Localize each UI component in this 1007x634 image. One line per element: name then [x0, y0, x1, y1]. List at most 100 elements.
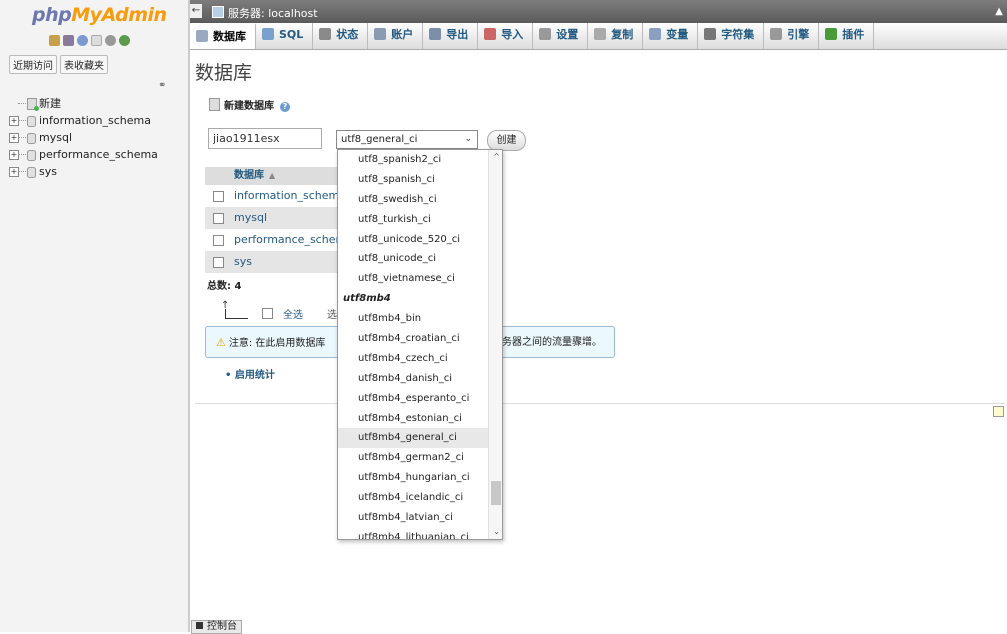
collation-option[interactable]: utf8mb4_estonian_ci — [338, 409, 502, 429]
help-icon[interactable] — [77, 35, 88, 46]
tree-item-label[interactable]: sys — [39, 165, 57, 178]
database-link[interactable]: performance_schema — [234, 233, 340, 246]
collation-option[interactable]: utf8mb4_latvian_ci — [338, 508, 502, 528]
tree-item-label[interactable]: mysql — [39, 131, 72, 144]
database-link[interactable]: sys — [234, 255, 252, 268]
tab-wrench[interactable]: 设置 — [533, 23, 589, 49]
docs-icon[interactable] — [91, 35, 102, 46]
collation-option[interactable]: utf8mb4_bin — [338, 309, 502, 329]
row-checkbox[interactable] — [213, 213, 224, 224]
tree-item-db[interactable]: + sys — [0, 163, 188, 180]
database-icon — [196, 30, 208, 42]
collation-option[interactable]: utf8mb4_icelandic_ci — [338, 488, 502, 508]
tab-engine[interactable]: 引擎 — [764, 23, 820, 49]
status-icon — [319, 28, 332, 40]
tree-item-new[interactable]: 新建 — [0, 95, 188, 112]
expand-icon[interactable]: + — [9, 116, 19, 126]
tab-users[interactable]: 账户 — [368, 23, 424, 49]
database-link[interactable]: mysql — [234, 211, 267, 224]
collation-option[interactable]: utf8_spanish_ci — [338, 170, 502, 190]
tab-label: 插件 — [842, 28, 865, 41]
collation-option[interactable]: utf8_vietnamese_ci — [338, 269, 502, 289]
recent-button[interactable]: 近期访问 — [9, 55, 57, 74]
tree-item-label[interactable]: information_schema — [39, 114, 151, 127]
row-checkbox[interactable] — [213, 235, 224, 246]
collation-option[interactable]: utf8mb4_esperanto_ci — [338, 389, 502, 409]
wrench-icon — [539, 28, 552, 40]
database-table: 数据库 ▲ information_schemamysql performance_… — [205, 167, 340, 273]
collation-option[interactable]: utf8_swedish_ci — [338, 190, 502, 210]
tree-item-db[interactable]: + mysql — [0, 129, 188, 146]
scrollbar-thumb[interactable] — [491, 481, 501, 505]
link-icon[interactable]: ⚭ — [158, 80, 166, 91]
collation-dropdown-list[interactable]: utf8_spanish2_ci utf8_spanish_ci utf8_swed… — [337, 149, 503, 540]
expand-icon[interactable]: + — [9, 133, 19, 143]
new-database-icon — [209, 98, 220, 111]
collation-option[interactable]: utf8mb4_czech_ci — [338, 349, 502, 369]
collation-option[interactable]: utf8_turkish_ci — [338, 210, 502, 230]
help-icon[interactable]: ? — [280, 102, 290, 112]
favorites-button[interactable]: 表收藏夹 — [60, 55, 108, 74]
page-settings-icon[interactable] — [993, 406, 1004, 417]
expand-icon[interactable]: + — [9, 167, 19, 177]
exit-icon[interactable] — [63, 35, 74, 46]
scroll-up-icon[interactable]: ^ — [493, 152, 500, 161]
option-group-label: utf8mb4 — [343, 293, 391, 305]
table-header[interactable]: 数据库 ▲ — [205, 167, 340, 185]
collation-option[interactable]: utf8mb4_general_ci — [338, 428, 502, 449]
home-icon[interactable] — [49, 35, 60, 46]
server-breadcrumb-bar: ← 服务器: localhost ▲ — [190, 0, 1007, 23]
server-icon — [212, 6, 224, 18]
tab-sql[interactable]: SQL — [256, 23, 314, 49]
tab-export[interactable]: 导出 — [423, 23, 479, 49]
collation-select[interactable]: utf8_general_ci ⌄ — [336, 130, 478, 149]
expand-icon[interactable]: + — [9, 150, 19, 160]
page-title: 数据库 — [195, 62, 253, 84]
tree-item-label[interactable]: performance_schema — [39, 148, 158, 161]
collation-option[interactable]: utf8_unicode_ci — [338, 249, 502, 269]
tab-status[interactable]: 状态 — [313, 23, 369, 49]
collation-option[interactable]: utf8mb4_german2_ci — [338, 448, 502, 468]
tab-replication[interactable]: 复制 — [588, 23, 644, 49]
create-button[interactable]: 创建 — [487, 130, 526, 151]
row-checkbox[interactable] — [213, 257, 224, 268]
tree-item-db[interactable]: + performance_schema — [0, 146, 188, 163]
collation-option[interactable]: utf8_unicode_520_ci — [338, 230, 502, 250]
reload-icon[interactable] — [119, 35, 130, 46]
collation-option[interactable]: utf8mb4_croatian_ci — [338, 329, 502, 349]
tab-label: 账户 — [391, 28, 414, 41]
collapse-menu-icon[interactable]: ▲ — [995, 6, 1003, 17]
dropdown-scrollbar[interactable]: ^ ⌄ — [488, 150, 502, 539]
collation-option[interactable]: utf8mb4_hungarian_ci — [338, 468, 502, 488]
collation-option[interactable]: utf8mb4_lithuanian_ci — [338, 528, 502, 539]
collation-option[interactable]: utf8_spanish2_ci — [338, 150, 502, 170]
scroll-down-icon[interactable]: ⌄ — [493, 527, 500, 536]
collation-option[interactable]: utf8mb4_danish_ci — [338, 369, 502, 389]
server-breadcrumb[interactable]: 服务器: localhost — [212, 5, 318, 21]
tab-charset[interactable]: 字符集 — [698, 23, 765, 49]
tab-plugin[interactable]: 插件 — [819, 23, 875, 49]
top-menu: 数据库 SQL 状态 账户 导出 导入 设置 复制 变量 字符集 引擎 插件 — [190, 23, 1007, 50]
tab-label: 字符集 — [721, 28, 755, 41]
tree-item-db[interactable]: + information_schema — [0, 112, 188, 129]
tree-item-label[interactable]: 新建 — [39, 97, 61, 110]
enable-stats-link[interactable]: • 启用统计 — [225, 366, 275, 381]
row-checkbox[interactable] — [213, 191, 224, 202]
tree-connector — [18, 171, 26, 172]
check-all-checkbox[interactable] — [262, 308, 273, 319]
tab-database[interactable]: 数据库 — [190, 23, 256, 49]
check-all-label[interactable]: 全选 — [283, 306, 303, 321]
charset-icon — [704, 28, 717, 40]
database-tree: 新建 + information_schema + mysql + performance_… — [0, 95, 188, 180]
database-link[interactable]: information_schema — [234, 189, 340, 202]
table-row: performance_schema — [205, 229, 340, 251]
tab-variables[interactable]: 变量 — [643, 23, 699, 49]
nav-resizer[interactable] — [188, 0, 190, 632]
chevron-down-icon: ⌄ — [464, 134, 472, 144]
settings-icon[interactable] — [105, 35, 116, 46]
collapse-nav-icon[interactable]: ← — [190, 4, 202, 18]
tab-import[interactable]: 导入 — [478, 23, 534, 49]
database-name-input[interactable] — [208, 128, 322, 149]
sql-icon — [262, 28, 274, 40]
phpmyadmin-logo[interactable]: phpMyAdmin — [32, 4, 167, 26]
